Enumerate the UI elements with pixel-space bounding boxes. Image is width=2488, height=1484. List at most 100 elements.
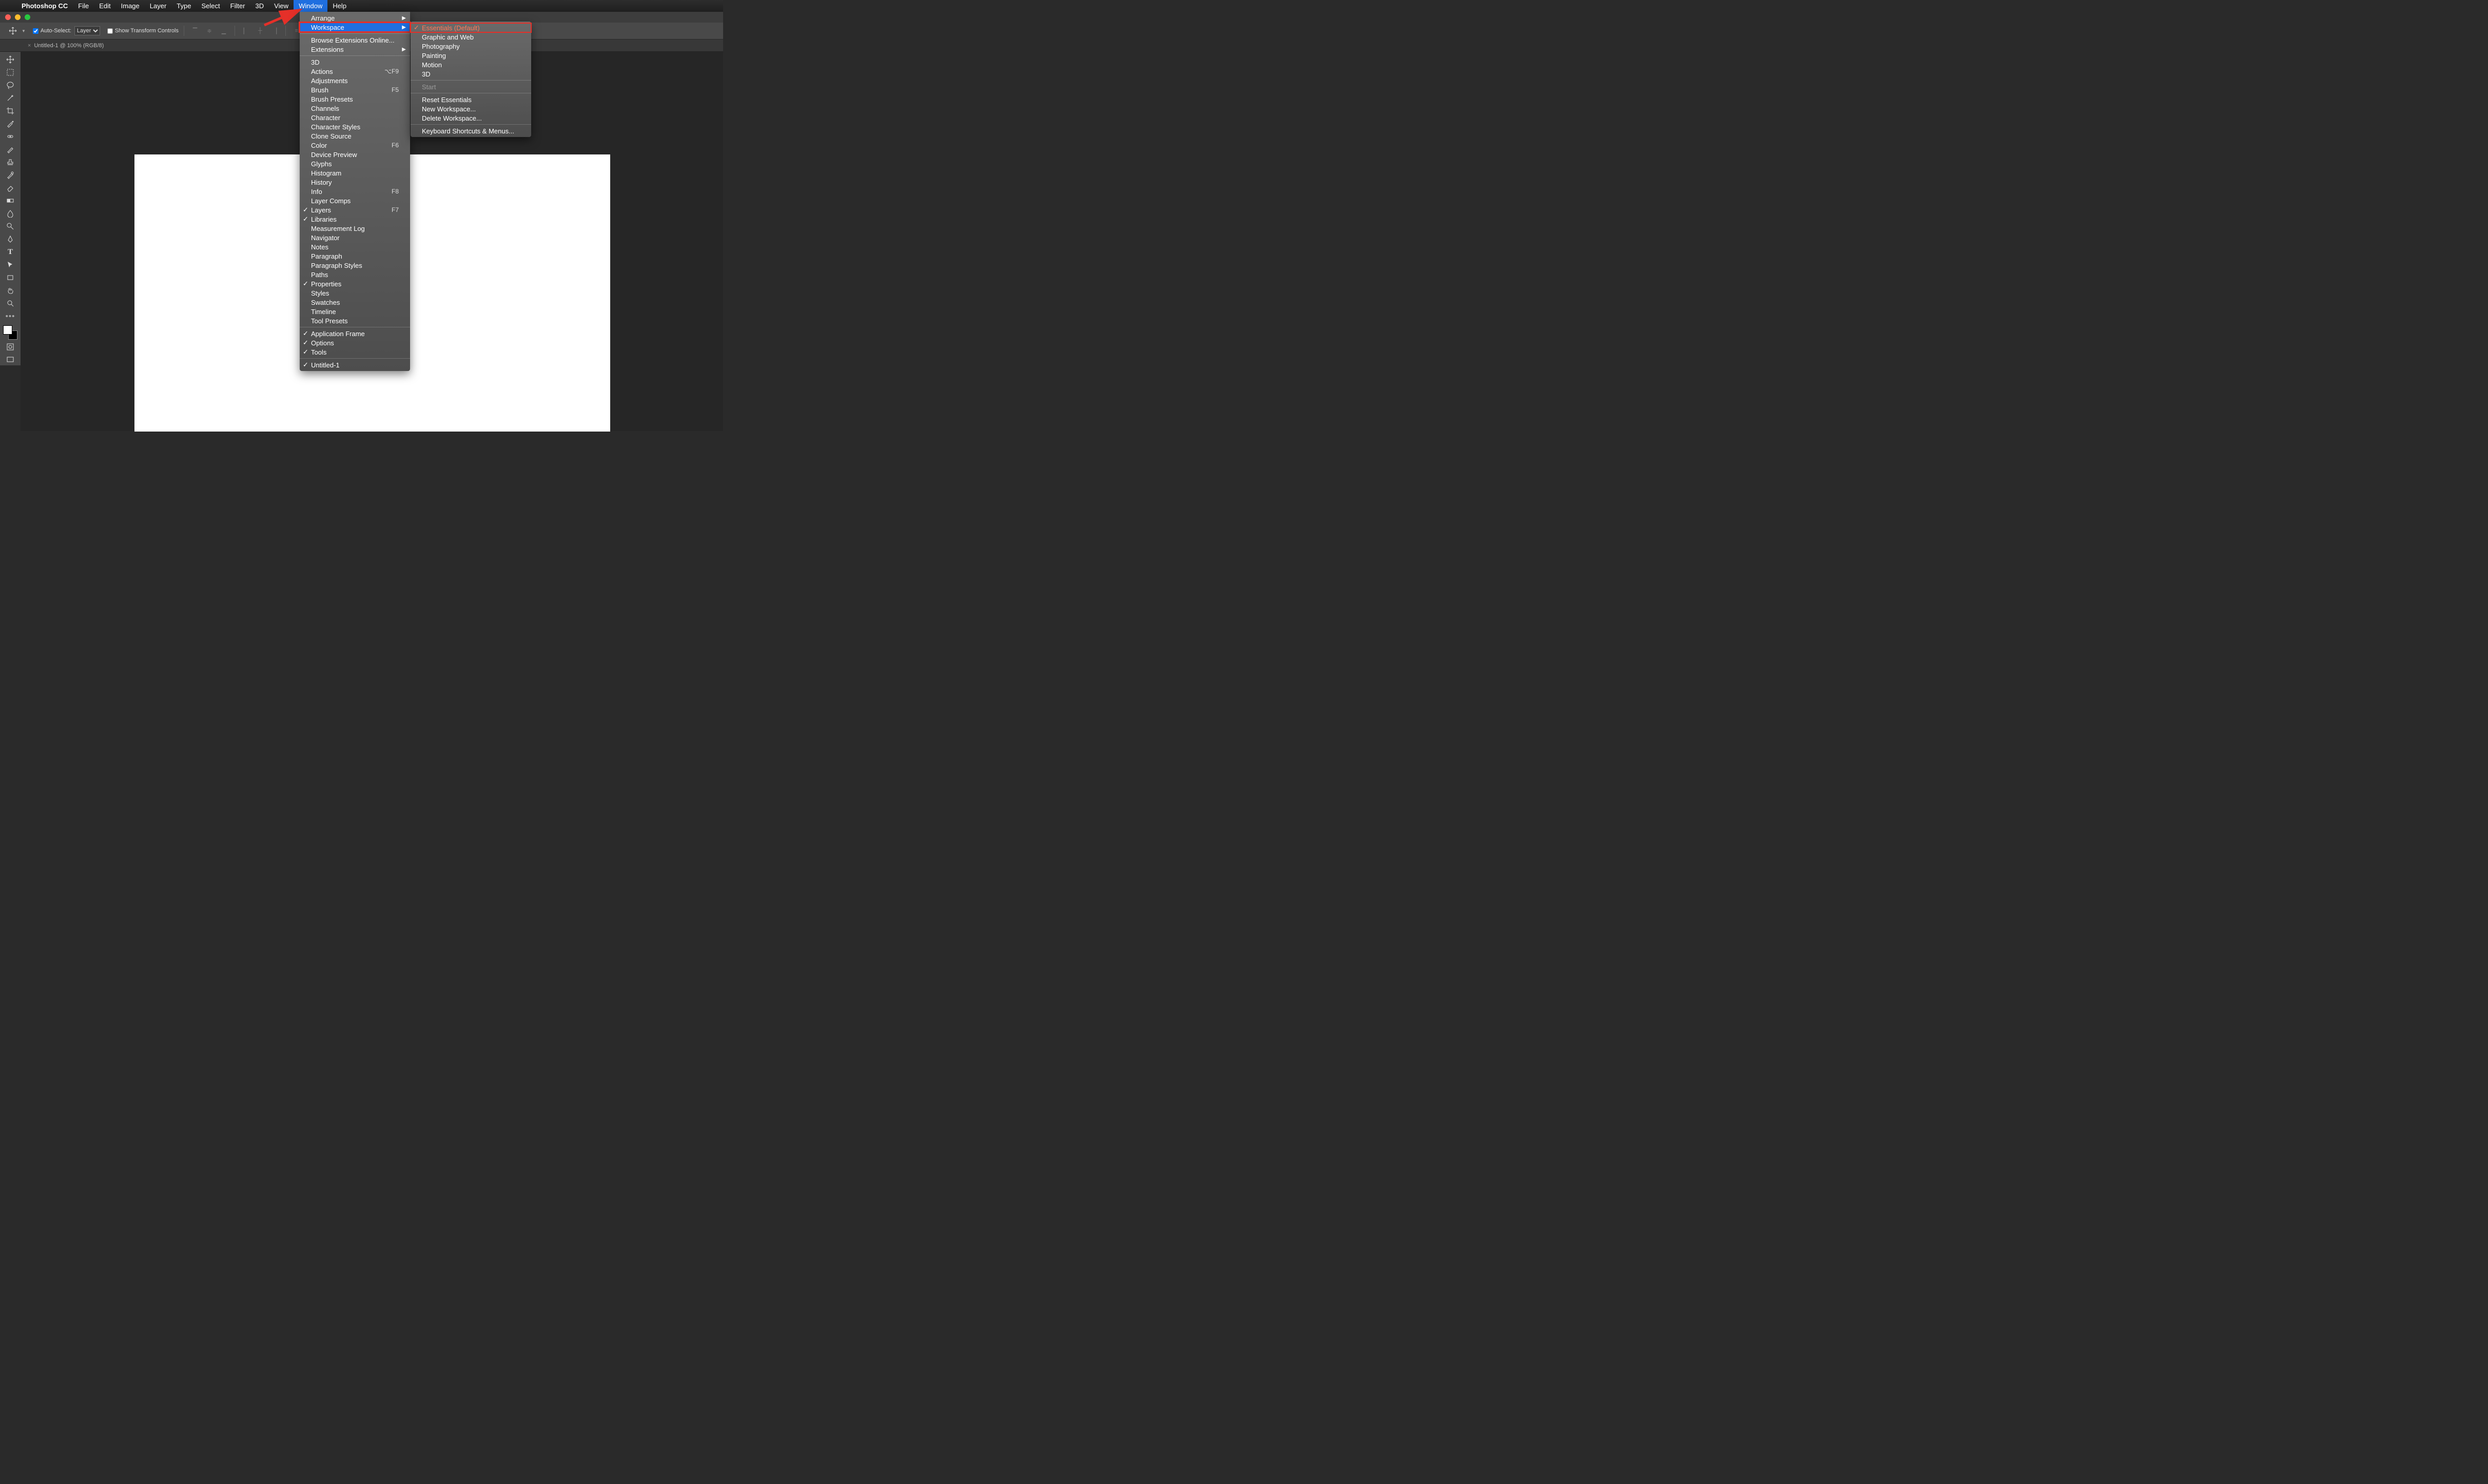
path-select-tool[interactable] xyxy=(4,259,17,270)
window-menu-item[interactable]: ColorF6 xyxy=(300,141,410,150)
align-vcenter-icon[interactable]: ≑ xyxy=(204,25,215,36)
quick-mask-icon[interactable] xyxy=(4,341,17,353)
window-menu-item[interactable]: Character Styles xyxy=(300,122,410,131)
menu-help[interactable]: Help xyxy=(327,0,352,12)
edit-toolbar-icon[interactable]: ••• xyxy=(4,310,17,322)
menu-3d[interactable]: 3D xyxy=(250,0,269,12)
dodge-tool[interactable] xyxy=(4,221,17,232)
menu-window[interactable]: Window xyxy=(294,0,327,12)
menu-select[interactable]: Select xyxy=(196,0,225,12)
close-tab-icon[interactable]: × xyxy=(28,43,31,49)
crop-tool[interactable] xyxy=(4,105,17,116)
window-menu-item[interactable]: ✓Application Frame xyxy=(300,329,410,338)
rectangle-tool[interactable] xyxy=(4,272,17,283)
window-menu-item[interactable]: Paragraph Styles xyxy=(300,261,410,270)
workspace-item[interactable]: Motion xyxy=(411,60,531,69)
zoom-tool[interactable] xyxy=(4,298,17,309)
pen-tool[interactable] xyxy=(4,233,17,245)
menu-type[interactable]: Type xyxy=(171,0,196,12)
menu-file[interactable]: File xyxy=(73,0,94,12)
move-tool[interactable] xyxy=(4,54,17,65)
color-swatches[interactable] xyxy=(3,325,17,340)
menu-edit[interactable]: Edit xyxy=(94,0,115,12)
type-tool[interactable]: T xyxy=(4,246,17,258)
menu-photoshop[interactable]: Photoshop CC xyxy=(16,0,73,12)
window-menu-item[interactable]: BrushF5 xyxy=(300,85,410,94)
healing-brush-tool[interactable] xyxy=(4,131,17,142)
eyedropper-tool[interactable] xyxy=(4,118,17,129)
foreground-color-swatch[interactable] xyxy=(3,325,12,335)
screen-mode-icon[interactable] xyxy=(4,354,17,365)
window-menu-item[interactable]: Glyphs xyxy=(300,159,410,168)
marquee-tool[interactable] xyxy=(4,67,17,78)
brush-tool[interactable] xyxy=(4,144,17,155)
window-menu-item[interactable]: ✓Tools xyxy=(300,347,410,357)
window-menu-item[interactable]: InfoF8 xyxy=(300,187,410,196)
window-menu-item[interactable]: ✓Options xyxy=(300,338,410,347)
window-menu-item[interactable]: Histogram xyxy=(300,168,410,178)
hand-tool[interactable] xyxy=(4,285,17,296)
workspace-item[interactable]: 3D xyxy=(411,69,531,79)
window-menu-item[interactable]: Adjustments xyxy=(300,76,410,85)
window-menu-item[interactable]: Styles xyxy=(300,288,410,298)
auto-select-input[interactable] xyxy=(33,28,38,34)
workspace-item[interactable]: Keyboard Shortcuts & Menus... xyxy=(411,126,531,135)
tool-preset-chevron-icon[interactable]: ▼ xyxy=(22,29,30,33)
blur-tool[interactable] xyxy=(4,208,17,219)
window-menu-item[interactable]: ✓Untitled-1 xyxy=(300,360,410,369)
align-bottom-icon[interactable]: ▁ xyxy=(218,25,229,36)
window-menu-item[interactable]: Notes xyxy=(300,242,410,251)
window-menu-item[interactable]: Brush Presets xyxy=(300,94,410,104)
window-close-icon[interactable] xyxy=(5,14,11,20)
window-menu-item[interactable]: History xyxy=(300,178,410,187)
auto-select-target-dropdown[interactable]: Layer xyxy=(74,26,100,35)
window-menu-item[interactable]: Extensions▶ xyxy=(300,45,410,54)
align-left-icon[interactable]: ▏ xyxy=(240,25,251,36)
window-menu-item[interactable]: Browse Extensions Online... xyxy=(300,35,410,45)
window-menu-item[interactable]: Paragraph xyxy=(300,251,410,261)
window-menu-item[interactable]: ✓Properties xyxy=(300,279,410,288)
align-top-icon[interactable]: ▔ xyxy=(189,25,201,36)
eraser-tool[interactable] xyxy=(4,182,17,193)
window-menu-item[interactable]: Channels xyxy=(300,104,410,113)
window-menu-item[interactable]: Swatches xyxy=(300,298,410,307)
window-menu-item[interactable]: Character xyxy=(300,113,410,122)
workspace-item[interactable]: ✓Essentials (Default) xyxy=(411,23,531,32)
window-menu-item[interactable]: Actions⌥F9 xyxy=(300,67,410,76)
window-menu-item[interactable]: Workspace▶ xyxy=(300,23,410,32)
menu-view[interactable]: View xyxy=(269,0,294,12)
workspace-item[interactable]: Reset Essentials xyxy=(411,95,531,104)
window-menu-item[interactable]: Timeline xyxy=(300,307,410,316)
workspace-item[interactable]: Graphic and Web xyxy=(411,32,531,42)
move-tool-icon[interactable] xyxy=(7,25,18,36)
menu-layer[interactable]: Layer xyxy=(145,0,172,12)
show-transform-checkbox[interactable]: Show Transform Controls xyxy=(107,28,179,34)
window-menu-item[interactable]: Measurement Log xyxy=(300,224,410,233)
window-menu-item[interactable]: Navigator xyxy=(300,233,410,242)
align-right-icon[interactable]: ▕ xyxy=(269,25,280,36)
workspace-item[interactable]: Delete Workspace... xyxy=(411,113,531,123)
window-menu-item[interactable]: Layer Comps xyxy=(300,196,410,205)
workspace-item[interactable]: Painting xyxy=(411,51,531,60)
window-menu-item[interactable]: Clone Source xyxy=(300,131,410,141)
window-menu-item[interactable]: ✓LayersF7 xyxy=(300,205,410,214)
stamp-tool[interactable] xyxy=(4,157,17,168)
auto-select-checkbox[interactable]: Auto-Select: xyxy=(33,28,71,34)
window-menu-item[interactable]: ✓Libraries xyxy=(300,214,410,224)
window-minimize-icon[interactable] xyxy=(15,14,21,20)
window-maximize-icon[interactable] xyxy=(25,14,30,20)
document-tab[interactable]: × Untitled-1 @ 100% (RGB/8) xyxy=(23,43,109,49)
window-menu-item[interactable]: Paths xyxy=(300,270,410,279)
gradient-tool[interactable] xyxy=(4,195,17,206)
window-menu-item[interactable]: Tool Presets xyxy=(300,316,410,325)
magic-wand-tool[interactable] xyxy=(4,92,17,104)
window-menu-item[interactable]: Arrange▶ xyxy=(300,13,410,23)
window-menu-item[interactable]: Device Preview xyxy=(300,150,410,159)
menu-filter[interactable]: Filter xyxy=(225,0,250,12)
window-menu-item[interactable]: 3D xyxy=(300,57,410,67)
align-hcenter-icon[interactable]: ┼ xyxy=(255,25,266,36)
workspace-item[interactable]: New Workspace... xyxy=(411,104,531,113)
show-transform-input[interactable] xyxy=(107,28,113,34)
lasso-tool[interactable] xyxy=(4,80,17,91)
menu-image[interactable]: Image xyxy=(116,0,145,12)
